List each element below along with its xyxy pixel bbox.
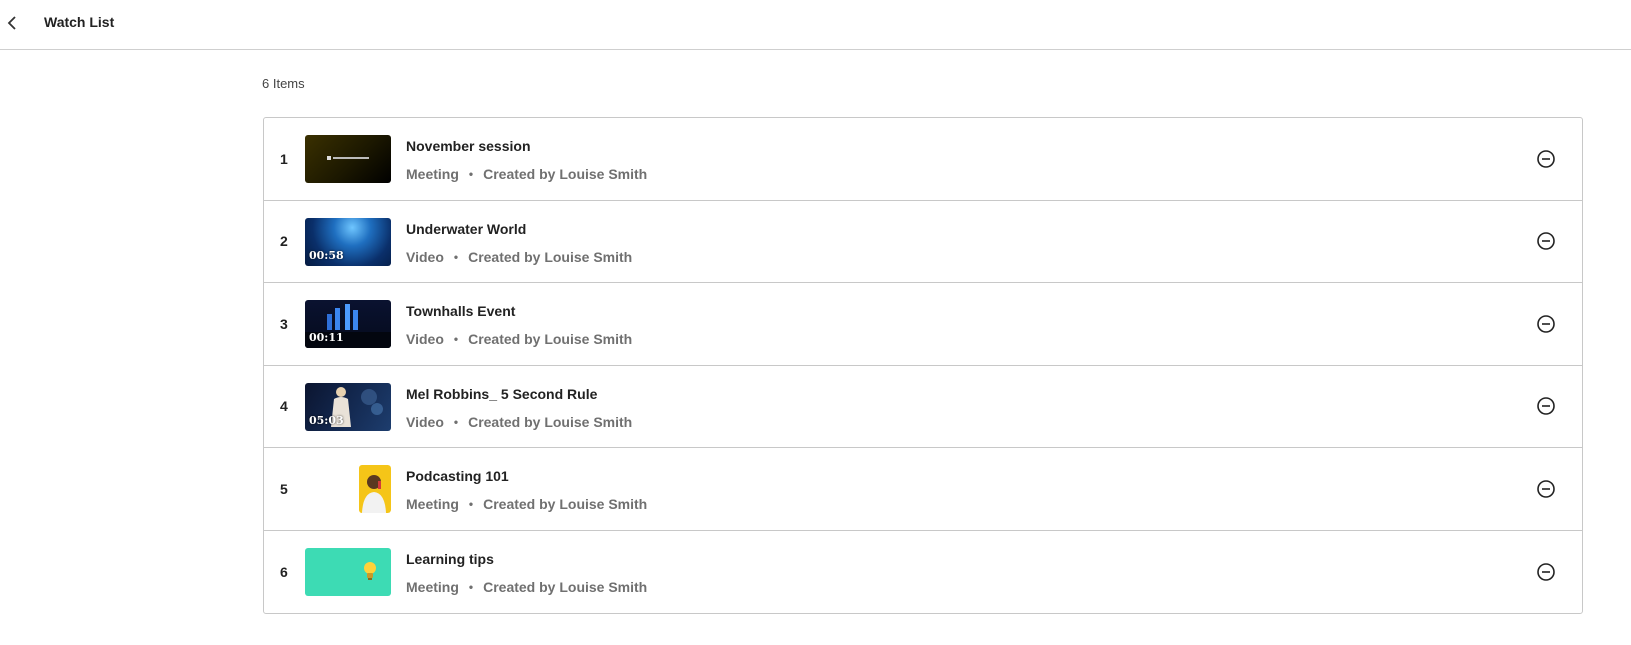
list-item[interactable]: 1 November session Meeting • Created by … [264, 118, 1582, 201]
item-title[interactable]: Underwater World [406, 221, 526, 237]
separator-dot: • [453, 414, 459, 429]
minus-circle-icon[interactable] [1536, 231, 1556, 251]
lightbulb-thumbnail[interactable] [305, 547, 391, 596]
logo-mark [327, 156, 369, 160]
duration-badge: 00:11 [309, 331, 344, 344]
item-meta: Video • Created by Louise Smith [406, 249, 632, 265]
page-title: Watch List [44, 14, 115, 30]
item-type: Video [406, 248, 444, 265]
item-type: Video [406, 413, 444, 430]
kaltura-meetings-thumbnail[interactable] [305, 135, 391, 183]
item-title[interactable]: Townhalls Event [406, 303, 515, 319]
item-number: 5 [280, 480, 288, 497]
chevron-left-icon [7, 16, 16, 30]
item-number: 1 [280, 150, 288, 167]
list-item[interactable]: 2 00:58 Underwater World Video • Created… [264, 201, 1582, 283]
list-item[interactable]: 6 Learning tips Meeting • Created by Lou… [264, 531, 1582, 614]
minus-circle-icon[interactable] [1536, 314, 1556, 334]
duration-badge: 05:03 [309, 413, 344, 427]
item-number: 6 [280, 563, 288, 580]
podcaster-image [359, 465, 391, 513]
item-meta: Video • Created by Louise Smith [406, 414, 632, 430]
item-meta: Meeting • Created by Louise Smith [406, 579, 647, 595]
item-title[interactable]: Learning tips [406, 551, 494, 567]
item-title[interactable]: Podcasting 101 [406, 468, 509, 484]
top-bar: Watch List [0, 0, 1631, 50]
separator-dot: • [468, 579, 474, 594]
item-type: Meeting [406, 166, 459, 182]
speaker-thumbnail[interactable]: 05:03 [305, 382, 391, 431]
minus-circle-icon[interactable] [1536, 149, 1556, 169]
podcaster-thumbnail[interactable] [305, 465, 391, 513]
separator-dot: • [453, 332, 459, 346]
duration-badge: 00:58 [309, 248, 344, 262]
item-type: Meeting [406, 578, 459, 595]
item-creator: Created by Louise Smith [483, 166, 648, 182]
minus-circle-icon[interactable] [1536, 562, 1556, 582]
lightbulb-icon [364, 561, 376, 580]
back-button[interactable] [2, 12, 22, 34]
separator-dot: • [468, 167, 474, 181]
item-creator: Created by Louise Smith [483, 496, 648, 512]
list-item[interactable]: 5 Podcasting 101 Meeting • Created by Lo… [264, 448, 1582, 531]
separator-dot: • [468, 497, 474, 511]
item-creator: Created by Louise Smith [468, 331, 633, 347]
stage-thumbnail[interactable]: 00:11 [305, 300, 391, 348]
underwater-thumbnail[interactable]: 00:58 [305, 217, 391, 266]
item-meta: Meeting • Created by Louise Smith [406, 166, 647, 182]
item-meta: Meeting • Created by Louise Smith [406, 496, 647, 512]
list-item[interactable]: 4 05:03 Mel Robbins_ 5 Second Rule Video… [264, 366, 1582, 448]
minus-circle-icon[interactable] [1536, 479, 1556, 499]
item-creator: Created by Louise Smith [483, 578, 648, 595]
item-number: 2 [280, 233, 288, 250]
item-meta: Video • Created by Louise Smith [406, 331, 632, 347]
item-creator: Created by Louise Smith [468, 248, 633, 265]
item-number: 4 [280, 398, 288, 415]
watch-list: 1 November session Meeting • Created by … [263, 117, 1583, 614]
item-title[interactable]: November session [406, 138, 531, 154]
item-title[interactable]: Mel Robbins_ 5 Second Rule [406, 386, 597, 402]
item-creator: Created by Louise Smith [468, 413, 633, 430]
list-item[interactable]: 3 00:11 Townhalls Event Video • Created … [264, 283, 1582, 366]
item-type: Meeting [406, 496, 459, 512]
separator-dot: • [453, 249, 459, 264]
item-type: Video [406, 331, 444, 347]
item-number: 3 [280, 315, 288, 332]
minus-circle-icon[interactable] [1536, 396, 1556, 416]
item-count: 6 Items [262, 76, 305, 91]
